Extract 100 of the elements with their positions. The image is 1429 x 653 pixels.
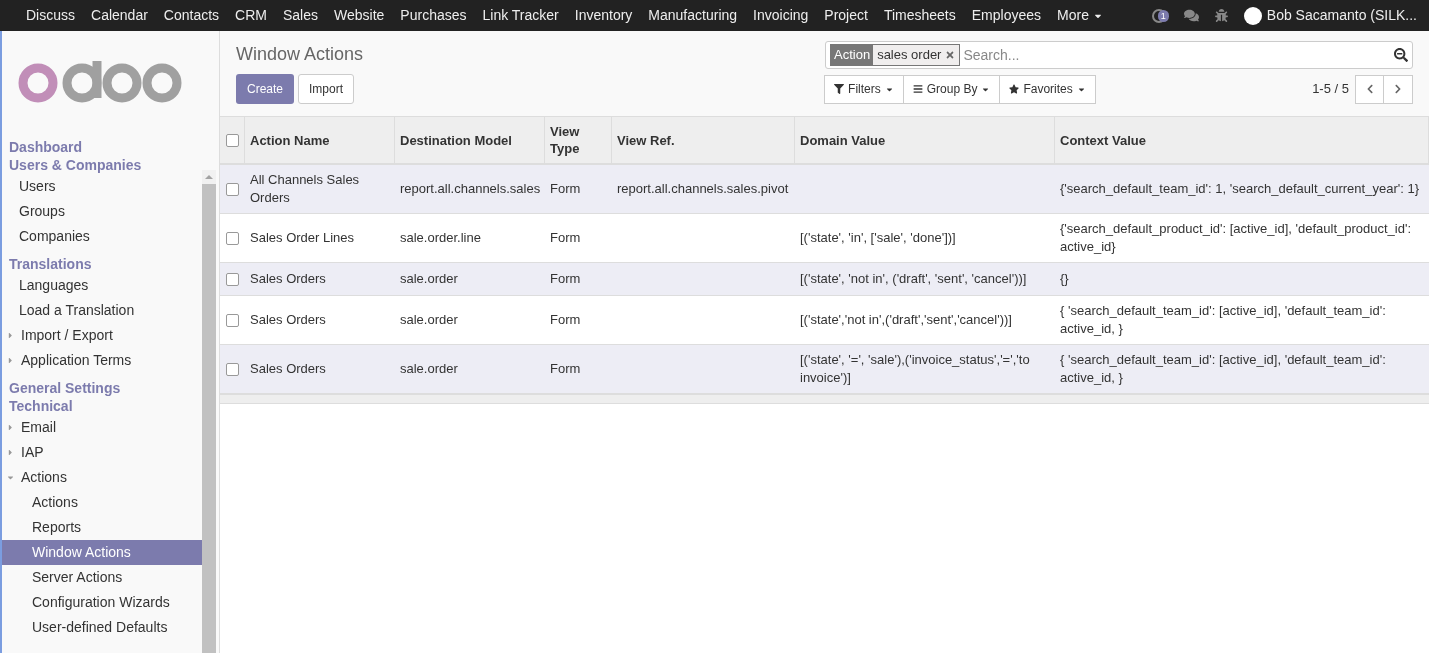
menu-item[interactable]: Purchases — [392, 5, 475, 26]
sidebar-folder[interactable]: IAP — [2, 440, 202, 465]
star-icon — [1009, 84, 1020, 94]
caret-icon — [6, 423, 15, 432]
sidebar-item[interactable]: Window Actions — [2, 540, 202, 565]
sidebar-item[interactable]: User-defined Defaults — [2, 615, 202, 640]
activity-button[interactable]: 1 — [1151, 8, 1166, 23]
more-menu[interactable]: More — [1049, 5, 1111, 26]
sidebar-folder[interactable]: Email — [2, 415, 202, 440]
table-cell: report.all.channels.sales.pivot — [617, 180, 789, 198]
sidebar-folder[interactable]: Import / Export — [2, 323, 202, 348]
search-option-button[interactable]: Favorites — [999, 74, 1096, 104]
menu-item[interactable]: Invoicing — [745, 5, 817, 26]
sidebar-folder[interactable]: Actions — [2, 465, 202, 490]
table-cell: Form — [550, 311, 581, 329]
menu-item[interactable]: CRM — [227, 5, 275, 26]
facet-value: sales order — [873, 45, 960, 65]
sidebar-item[interactable]: Configuration Wizards — [2, 590, 202, 615]
create-button[interactable]: Create — [236, 74, 295, 104]
column-header[interactable]: Action Name — [245, 117, 395, 163]
row-checkbox[interactable] — [226, 272, 239, 286]
table-row[interactable]: All Channels Sales Orders report.all.channels.sales Form report.all.channels.sales.pivot {'search_default_team_id': 1, 'search_default_current_year': 1} — [220, 165, 1429, 214]
table-cell: [('state','not in',('draft','sent','cancel'))] — [800, 311, 1012, 329]
sidebar-item[interactable]: Companies — [2, 224, 202, 249]
next-button[interactable] — [1383, 74, 1413, 104]
scrollbar[interactable] — [202, 170, 216, 653]
import-button[interactable]: Import — [298, 74, 355, 104]
column-header[interactable]: Domain Value — [795, 117, 1055, 163]
facet-label: Action — [831, 45, 874, 65]
column-header[interactable]: View Ref. — [612, 117, 795, 163]
menu-item[interactable]: Timesheets — [875, 5, 964, 26]
search-option-button[interactable]: Group By — [902, 74, 1001, 104]
row-checkbox[interactable] — [226, 231, 239, 245]
table-cell: [('state', 'not in', ('draft', 'sent', 'cancel'))] — [800, 270, 1027, 288]
sidebar-item[interactable]: Actions — [2, 490, 202, 515]
menu-section-header[interactable]: Translations — [2, 255, 202, 273]
sidebar-folder[interactable]: Application Terms — [2, 348, 202, 373]
menu-item[interactable]: Sales — [275, 5, 326, 26]
table-row[interactable]: Sales Orders sale.order Form [('state', 'not in', ('draft', 'sent', 'cancel'))] {} — [220, 263, 1429, 296]
caret-icon — [6, 356, 15, 365]
sidebar-item[interactable]: Users — [2, 174, 202, 199]
column-header[interactable]: Context Value — [1055, 117, 1429, 163]
menu-section-header[interactable]: General Settings — [2, 379, 202, 397]
sidebar-item[interactable]: Server Actions — [2, 565, 202, 590]
row-checkbox[interactable] — [226, 182, 239, 196]
table-cell: Form — [550, 360, 581, 378]
table-cell: sale.order — [400, 360, 458, 378]
menu-section-header[interactable]: Users & Companies — [2, 156, 202, 174]
column-header[interactable]: View Type — [545, 117, 612, 163]
menu-item[interactable]: Employees — [963, 5, 1049, 26]
menu-item[interactable]: Calendar — [83, 5, 156, 26]
caret-icon — [6, 448, 15, 457]
menu-item[interactable]: Inventory — [566, 5, 641, 26]
table-cell-text: [('state', '=', 'sale'),('invoice_status','=','to invoice')] — [800, 351, 1031, 387]
menu-item[interactable]: Project — [816, 5, 876, 26]
table-cell: {'search_default_team_id': 1, 'search_default_current_year': 1} — [1060, 180, 1419, 198]
sidebar-item[interactable]: Load a Translation — [2, 298, 202, 323]
table-row[interactable]: Sales Orders sale.order Form [('state', '=', 'sale'),('invoice_status','=','to invoice')] { 'search_default_team_id': [active_id], 'default_team_id': active_id, } — [220, 345, 1429, 394]
menu-item[interactable]: Contacts — [155, 5, 228, 26]
table-cell-text: All Channels Sales Orders — [250, 171, 361, 207]
breadcrumb: Window Actions — [236, 43, 364, 66]
column-header[interactable]: Destination Model — [395, 117, 545, 163]
table-cell-text: { 'search_default_team_id': [active_id], 'default_team_id': active_id, } — [1060, 302, 1387, 338]
user-menu[interactable]: Bob Sacamanto (SILK... — [1266, 5, 1417, 26]
bug-icon[interactable] — [1214, 9, 1228, 22]
menu-item[interactable]: Manufacturing — [640, 5, 746, 26]
row-checkbox[interactable] — [225, 133, 239, 147]
menu-section-header[interactable]: Technical — [2, 397, 202, 415]
table-cell: Sales Orders — [250, 270, 326, 288]
table-cell-text: { 'search_default_team_id': [active_id], 'default_team_id': active_id, } — [1060, 351, 1387, 387]
table-cell: sale.order — [400, 270, 458, 288]
notification-badge: 1 — [1157, 9, 1169, 22]
chevron-right-icon — [1393, 84, 1403, 94]
filter-icon — [834, 84, 845, 94]
table-cell: Sales Orders — [250, 360, 326, 378]
row-checkbox[interactable] — [226, 313, 239, 327]
avatar-icon — [1243, 6, 1262, 25]
caret-icon — [6, 331, 15, 340]
search-input[interactable]: Search... — [963, 44, 1391, 66]
chat-icon[interactable] — [1183, 8, 1199, 23]
table-cell: sale.order.line — [400, 229, 481, 247]
search-field[interactable]: Action sales order Search... — [825, 41, 1413, 69]
menu-section-header[interactable]: Dashboard — [2, 138, 202, 156]
close-icon[interactable] — [945, 50, 956, 60]
menu-item[interactable]: Discuss — [18, 5, 83, 26]
menu-icon — [912, 84, 923, 94]
previous-button[interactable] — [1355, 74, 1384, 104]
caret-icon — [6, 473, 15, 482]
menu-item[interactable]: Link Tracker — [474, 5, 567, 26]
menu-item[interactable]: Website — [326, 5, 393, 26]
table-cell: {} — [1060, 270, 1069, 288]
sidebar-item[interactable]: Languages — [2, 273, 202, 298]
row-checkbox[interactable] — [226, 362, 239, 376]
table-cell: [('state', 'in', ['sale', 'done'])] — [800, 229, 956, 247]
scroll-up-icon[interactable] — [205, 175, 213, 179]
search-option-button[interactable]: Filters — [824, 74, 904, 104]
sidebar-item[interactable]: Reports — [2, 515, 202, 540]
table-cell: Form — [550, 229, 581, 247]
sidebar-item[interactable]: Groups — [2, 199, 202, 224]
search-icon[interactable] — [1394, 48, 1408, 62]
